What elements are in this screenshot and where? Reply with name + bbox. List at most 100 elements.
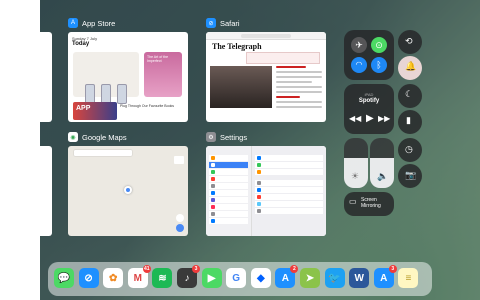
- notes-glyph: ≡: [405, 272, 412, 284]
- maps-icon[interactable]: ➤: [300, 268, 320, 288]
- flashlight-tile[interactable]: ▮: [398, 110, 422, 134]
- media-title: Spotify: [358, 98, 380, 104]
- safari-icon[interactable]: ⊘: [78, 268, 99, 288]
- messages-icon[interactable]: 💬: [54, 268, 74, 288]
- twitter-icon[interactable]: 🐦: [324, 268, 345, 288]
- bluetooth-toggle[interactable]: ᛒ: [371, 57, 387, 73]
- safari-thumbnail[interactable]: The Telegraph: [206, 32, 326, 122]
- brightness-slider[interactable]: ☀: [344, 138, 368, 188]
- app-card-app-store[interactable]: A App Store Sunday 7 July Today The Art …: [68, 16, 188, 122]
- google-icon[interactable]: G: [226, 268, 247, 288]
- airplane-icon: ✈: [355, 39, 363, 50]
- bell-icon: 🔔: [405, 61, 417, 71]
- safari-glyph: ⊘: [84, 272, 93, 284]
- spotify-glyph: ≋: [158, 272, 167, 284]
- music-icon[interactable]: ♪ 3: [177, 265, 200, 288]
- flashlight-icon: ▮: [406, 115, 411, 125]
- as-bottom-caption: Plug Through Our Favourite Books: [120, 104, 175, 108]
- app-card-safari[interactable]: ⊘ Safari The Telegraph: [206, 16, 326, 122]
- gmail-icon[interactable]: M 41: [127, 265, 151, 288]
- app-store-2-glyph: A: [380, 272, 388, 284]
- facetime-glyph: ▶: [207, 272, 216, 284]
- screen-mirroring-icon: ▭: [349, 197, 357, 206]
- location-pin-icon: [124, 186, 132, 194]
- orientation-lock-tile[interactable]: ⟲: [398, 30, 422, 54]
- as-promo-card: [73, 52, 139, 104]
- card-title: A App Store: [68, 16, 115, 30]
- notes-icon[interactable]: ≡: [398, 268, 419, 288]
- cellular-toggle[interactable]: ⊙: [371, 37, 387, 53]
- screen-mirroring-tile[interactable]: ▭ Screen Mirroring: [344, 192, 394, 216]
- safari-url-field: [241, 34, 291, 38]
- play-icon[interactable]: ▶: [366, 114, 374, 124]
- music-glyph: ♪: [184, 272, 190, 284]
- gmail-glyph: M: [133, 272, 142, 284]
- app-store-icon[interactable]: A2: [275, 265, 299, 288]
- media-module: iPAD Spotify ◀◀ ▶ ▶▶: [344, 84, 394, 134]
- safari-ad-banner: [246, 52, 320, 64]
- app-card-google-maps[interactable]: ◉ Google Maps: [68, 130, 188, 236]
- volume-slider[interactable]: 🔈: [370, 138, 394, 188]
- speaker-icon: 🔈: [377, 171, 389, 181]
- moon-icon: ☾: [405, 89, 414, 99]
- dropbox-icon[interactable]: ◆: [250, 268, 271, 288]
- notification-badge: 3: [192, 265, 200, 273]
- spotify-icon[interactable]: ≋: [152, 268, 173, 288]
- mute-tile[interactable]: 🔔: [398, 56, 422, 80]
- card-title-label: Safari: [220, 18, 240, 28]
- timer-tile[interactable]: ◷: [398, 138, 422, 162]
- word-icon[interactable]: W: [349, 268, 370, 288]
- safari-icon: ⊘: [206, 18, 216, 28]
- wifi-toggle[interactable]: ◠: [351, 57, 367, 73]
- card-title-label: App Store: [82, 18, 116, 28]
- wifi-icon: ◠: [355, 60, 363, 69]
- timer-icon: ◷: [405, 144, 413, 154]
- google-glyph: G: [232, 272, 241, 284]
- news-photo: [210, 66, 272, 108]
- news-column: [276, 66, 322, 120]
- twitter-glyph: 🐦: [328, 272, 341, 284]
- as-promo-card-2: The Art of the Imperfect: [144, 52, 182, 97]
- do-not-disturb-tile[interactable]: ☾: [398, 84, 422, 108]
- app-store-thumbnail[interactable]: Sunday 7 July Today The Art of the Imper…: [68, 32, 188, 122]
- partial-app-card-bottom[interactable]: [40, 146, 52, 236]
- app-store-2-icon[interactable]: A3: [373, 265, 397, 288]
- as-today-heading: Today: [72, 41, 90, 47]
- notification-badge: 41: [142, 265, 151, 273]
- maps-locate-button: [176, 214, 184, 222]
- sun-icon: ☀: [351, 171, 360, 181]
- notification-badge: 3: [388, 265, 397, 273]
- word-glyph: W: [354, 272, 364, 284]
- messages-glyph: 💬: [57, 272, 71, 284]
- app-card-settings[interactable]: ⚙ Settings: [206, 130, 326, 236]
- telegraph-logo: The Telegraph: [212, 42, 262, 51]
- photos-glyph: ✿: [108, 272, 118, 284]
- rotation-lock-icon: ⟲: [405, 36, 413, 46]
- camera-tile[interactable]: 📷: [398, 164, 422, 188]
- settings-detail-pane: [252, 146, 326, 236]
- maps-layers-button: [174, 156, 184, 164]
- as-app-tag: APP: [73, 102, 117, 120]
- camera-icon: 📷: [405, 170, 417, 180]
- settings-sidebar: [206, 146, 252, 236]
- card-title-label: Google Maps: [82, 132, 127, 142]
- fast-forward-icon[interactable]: ▶▶: [378, 115, 390, 123]
- airplane-mode-toggle[interactable]: ✈: [351, 37, 367, 53]
- antenna-icon: ⊙: [375, 39, 383, 50]
- settings-thumbnail[interactable]: [206, 146, 326, 236]
- as-promo-caption: The Art of the Imperfect: [147, 55, 169, 63]
- dropbox-glyph: ◆: [256, 272, 265, 284]
- partial-app-card-top[interactable]: [40, 32, 52, 122]
- app-store-icon: A: [68, 18, 78, 28]
- maps-directions-button: [176, 224, 184, 232]
- screen-mirroring-label: Screen Mirroring: [361, 197, 381, 209]
- facetime-icon[interactable]: ▶: [201, 268, 222, 288]
- bluetooth-icon: ᛒ: [376, 59, 382, 70]
- maps-glyph: ➤: [305, 272, 315, 284]
- card-title: ◉ Google Maps: [68, 130, 127, 144]
- rewind-icon[interactable]: ◀◀: [349, 115, 361, 123]
- google-maps-thumbnail[interactable]: [68, 146, 188, 236]
- maps-search-bar: [74, 150, 132, 156]
- photos-icon[interactable]: ✿: [103, 268, 124, 288]
- google-maps-icon: ◉: [68, 132, 78, 142]
